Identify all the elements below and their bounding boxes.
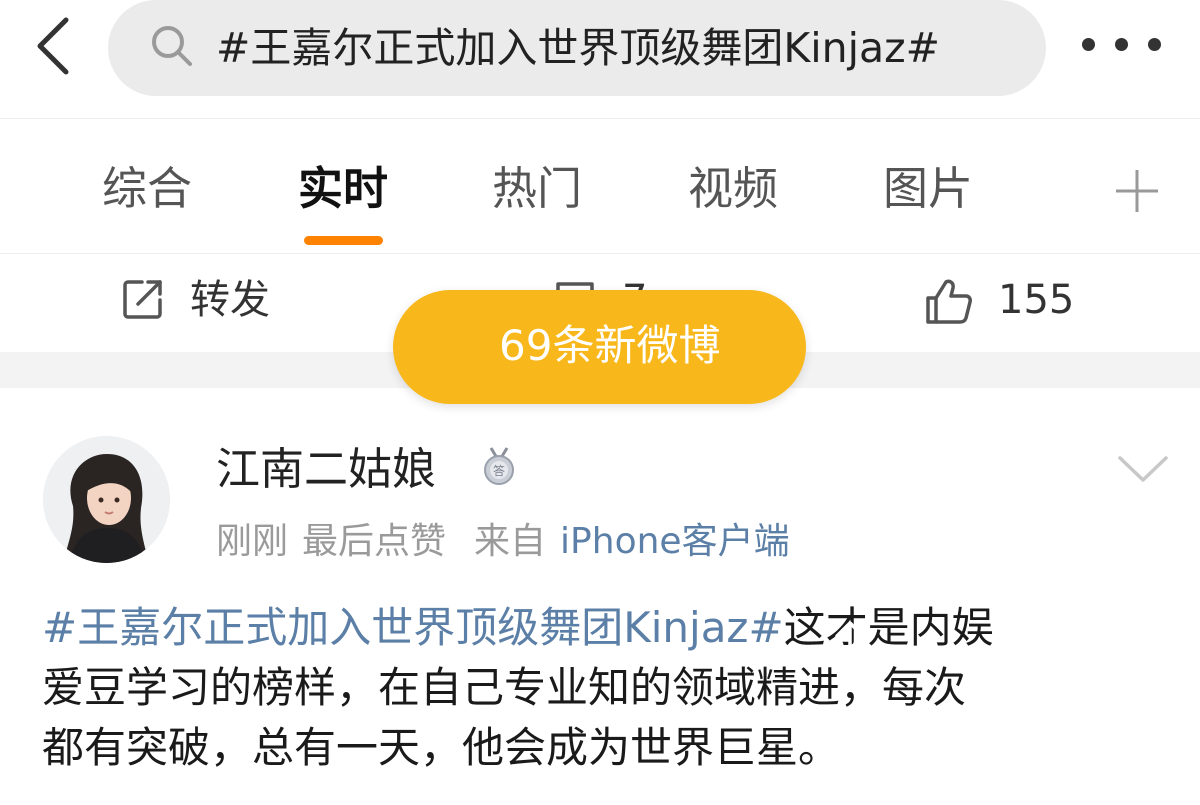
chevron-down-icon[interactable] (1116, 452, 1170, 486)
hashtag-link[interactable]: #王嘉尔正式加入世界顶级舞团Kinjaz# (42, 603, 784, 652)
thumbs-up-icon (926, 279, 972, 324)
active-tab-indicator (304, 236, 383, 245)
plus-icon[interactable] (1114, 168, 1160, 214)
author-name[interactable]: 江南二姑娘 (216, 440, 436, 500)
new-posts-button[interactable]: 69条新微博 (393, 290, 865, 658)
search-query-text[interactable]: #王嘉尔正式加入世界顶级舞团Kinjaz# (216, 18, 1026, 78)
post-activity: 最后点赞 (302, 521, 447, 562)
new-posts-label: 69条新微博 (499, 321, 721, 370)
tab-hot[interactable]: 热门 (488, 159, 586, 219)
tab-comprehensive[interactable]: 综合 (98, 159, 196, 219)
dot-icon (1082, 38, 1095, 51)
back-button[interactable] (28, 14, 80, 78)
post-source[interactable]: iPhone客户端 (560, 521, 790, 562)
post-text-line: 都有突破，总有一天，他会成为世界巨星。 (42, 723, 841, 772)
tab-realtime[interactable]: 实时 (294, 159, 392, 219)
share-icon (123, 280, 162, 319)
arrow-up-icon (835, 621, 865, 658)
post-time: 刚刚 (216, 521, 289, 562)
post-card[interactable]: 江南二姑娘 答 刚刚 最后点赞 来自 iPhone客户端 #王嘉尔正式加入世界顶级舞团… (0, 388, 1200, 805)
like-count: 155 (998, 277, 1075, 323)
top-bar: #王嘉尔正式加入世界顶级舞团Kinjaz# (0, 0, 1200, 118)
avatar-image (43, 436, 170, 563)
tab-video[interactable]: 视频 (684, 159, 782, 219)
repost-button[interactable]: 转发 (120, 272, 290, 328)
search-bar[interactable]: #王嘉尔正式加入世界顶级舞团Kinjaz# (108, 0, 1046, 96)
more-options-button[interactable] (1082, 36, 1166, 56)
search-icon (152, 26, 192, 66)
tab-images[interactable]: 图片 (879, 159, 977, 219)
medal-badge-icon: 答 (484, 447, 514, 485)
avatar[interactable] (43, 436, 170, 563)
dot-icon (1115, 38, 1128, 51)
source-prefix: 来自 (474, 521, 547, 562)
chevron-left-icon (37, 17, 69, 75)
like-button[interactable]: 155 (924, 272, 1084, 328)
post-text-segment: 这才是内娱 (783, 603, 994, 652)
dot-icon (1148, 38, 1161, 51)
repost-label: 转发 (190, 277, 270, 323)
post-text-line: 爱豆学习的榜样，在自己专业知的领域精进，每次 (42, 663, 967, 712)
post-text: #王嘉尔正式加入世界顶级舞团Kinjaz#这才是内娱 爱豆学习的榜样，在自己专业… (42, 598, 1162, 778)
svg-text:答: 答 (493, 463, 505, 478)
search-tabs: 综合 实时 热门 视频 图片 (0, 119, 1200, 253)
post-meta: 刚刚 最后点赞 来自 iPhone客户端 (216, 516, 790, 568)
